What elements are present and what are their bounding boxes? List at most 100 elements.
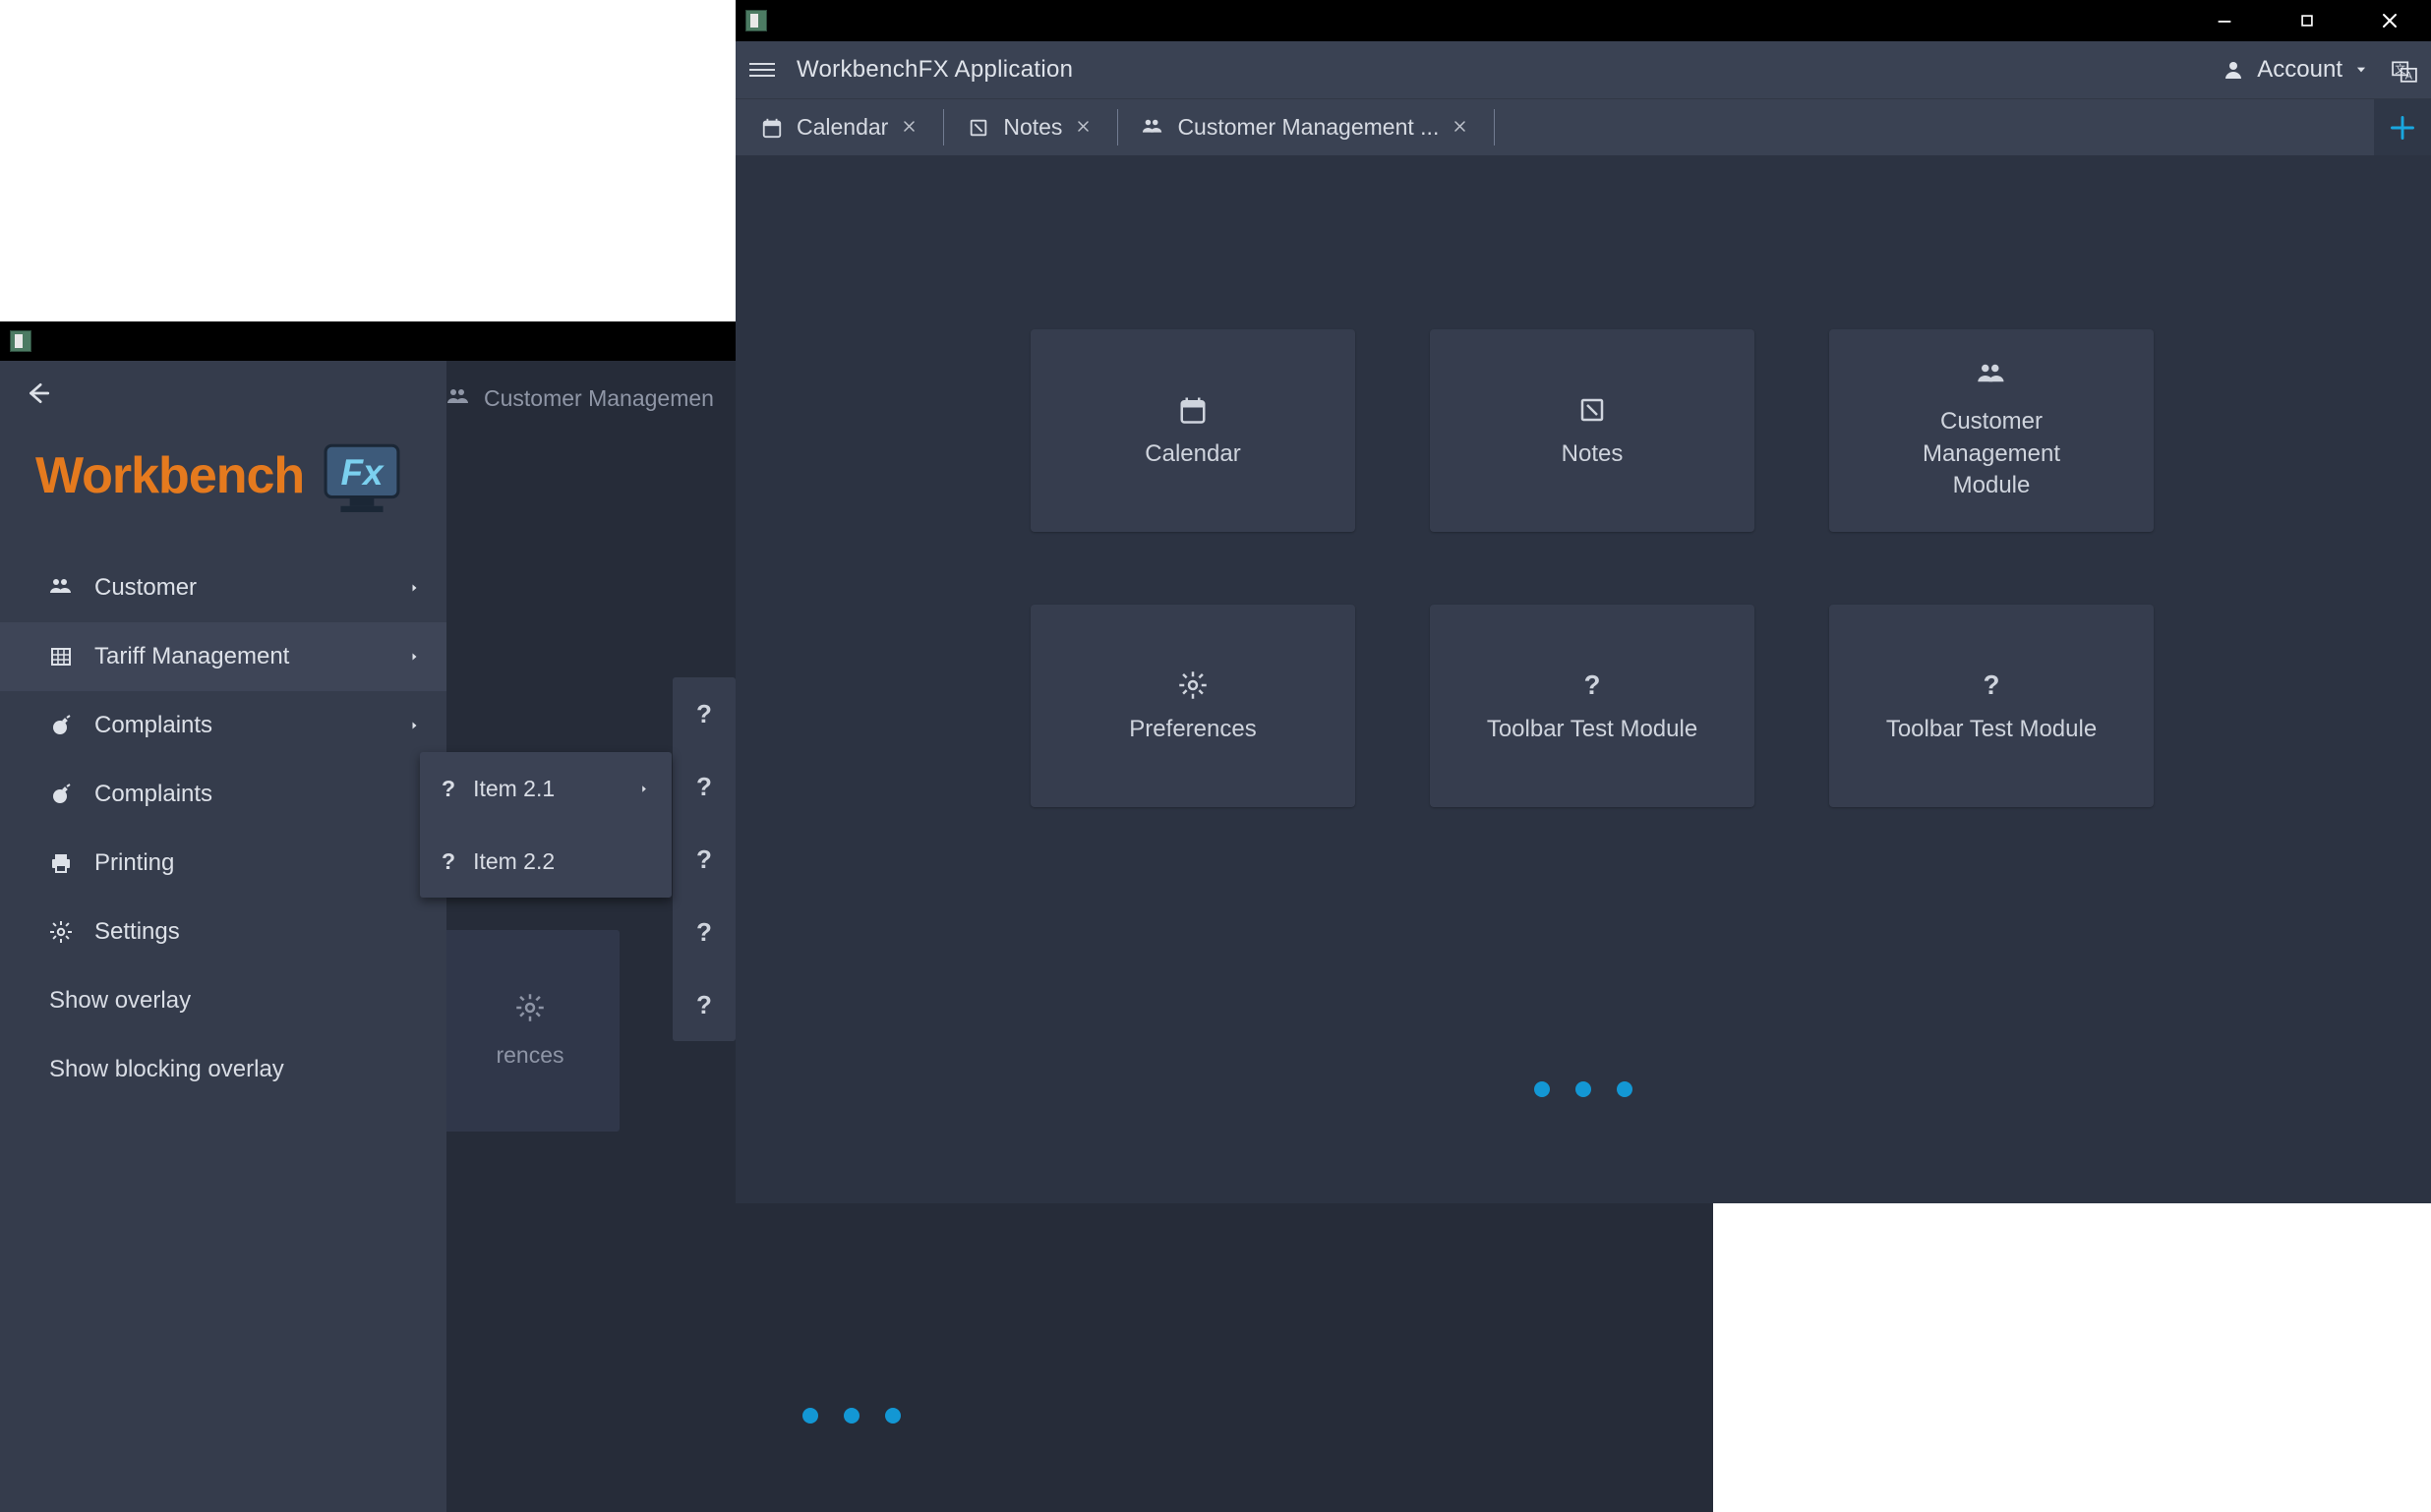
tab-close-button[interactable] — [902, 119, 919, 137]
tab-2[interactable]: Customer Management ... — [1122, 99, 1490, 155]
app-bar: WorkbenchFX Application Account — [736, 41, 2431, 98]
drawer-item-3[interactable]: Complaints — [0, 760, 446, 829]
drawer-item-label: Customer — [94, 574, 197, 602]
tab-separator — [943, 109, 944, 145]
people-icon — [1142, 117, 1163, 139]
person-icon — [2222, 58, 2245, 82]
close-icon — [1453, 119, 1470, 137]
tile-label: CustomerManagementModule — [1923, 406, 2060, 501]
translate-icon — [2390, 58, 2419, 84]
titlebar[interactable] — [736, 0, 2431, 41]
tab-label: Notes — [1003, 114, 1062, 141]
pager-dot[interactable] — [844, 1408, 860, 1424]
people-icon — [49, 576, 73, 600]
gear-icon — [49, 920, 73, 944]
module-tile-4[interactable]: Toolbar Test Module — [1430, 605, 1754, 807]
drawer-item-1[interactable]: Tariff Management — [0, 622, 446, 691]
question-column: ????? — [673, 677, 736, 1041]
menu-button[interactable] — [749, 59, 775, 81]
chevron-down-icon — [2354, 63, 2368, 77]
question-tile[interactable]: ? — [673, 677, 736, 750]
submenu-item-1[interactable]: ? Item 2.2 — [420, 825, 672, 898]
question-icon — [1577, 670, 1607, 700]
module-tile-1[interactable]: Notes — [1430, 329, 1754, 532]
tab-bar: Calendar Notes Customer Management ... — [736, 98, 2431, 155]
add-tab-button[interactable] — [2374, 99, 2431, 155]
drawer-item-2[interactable]: Complaints — [0, 691, 446, 760]
pager-dot[interactable] — [885, 1408, 901, 1424]
question-icon — [1977, 670, 2006, 700]
drawer-item-label: Settings — [94, 918, 180, 946]
language-button[interactable] — [2390, 58, 2417, 82]
chevron-right-icon — [409, 582, 421, 594]
tab-1[interactable]: Notes — [948, 99, 1113, 155]
tile-label: Toolbar Test Module — [1487, 716, 1697, 743]
app-icon — [745, 10, 767, 31]
drawer-extra-0[interactable]: Show overlay — [0, 966, 446, 1035]
logo-text: Workbench — [35, 446, 304, 505]
note-icon — [968, 117, 989, 139]
note-icon — [1577, 395, 1607, 425]
bomb-icon — [49, 714, 73, 737]
close-icon — [1076, 119, 1094, 137]
minimize-button[interactable] — [2183, 0, 2266, 41]
pager-dot[interactable] — [1575, 1081, 1591, 1097]
calendar-icon — [761, 117, 783, 139]
drawer-item-label: Tariff Management — [94, 643, 289, 670]
account-menu[interactable]: Account — [2222, 56, 2368, 84]
drawer-item-label: Complaints — [94, 781, 212, 808]
close-icon — [902, 119, 919, 137]
tab-label: Calendar — [797, 114, 888, 141]
pager-dot[interactable] — [802, 1408, 818, 1424]
drawer-item-5[interactable]: Settings — [0, 898, 446, 966]
pager-dot[interactable] — [1617, 1081, 1632, 1097]
pager-dot[interactable] — [1534, 1081, 1550, 1097]
pager — [802, 1408, 901, 1424]
close-button[interactable] — [2348, 0, 2431, 41]
tab-separator — [1494, 109, 1495, 145]
maximize-button[interactable] — [2266, 0, 2348, 41]
module-tile-3[interactable]: Preferences — [1031, 605, 1355, 807]
app-title: WorkbenchFX Application — [797, 56, 1073, 84]
navigation-drawer: Workbench Customer Tariff Management Com… — [0, 361, 446, 1512]
chevron-right-icon — [409, 582, 421, 594]
tab-close-button[interactable] — [1076, 119, 1094, 137]
question-tile[interactable]: ? — [673, 968, 736, 1041]
printer-icon — [49, 851, 73, 875]
question-tile[interactable]: ? — [673, 823, 736, 896]
logo: Workbench — [0, 406, 446, 553]
tab-label: Customer Management ... — [1177, 114, 1439, 141]
question-tile[interactable]: ? — [673, 750, 736, 823]
module-tile-5[interactable]: Toolbar Test Module — [1829, 605, 2154, 807]
submenu-item-label: Item 2.2 — [473, 848, 555, 875]
people-icon — [446, 386, 470, 410]
logo-fx-icon — [318, 439, 406, 512]
module-tile-2[interactable]: CustomerManagementModule — [1829, 329, 2154, 532]
drawer-extra-label: Show overlay — [49, 987, 191, 1015]
module-tile-0[interactable]: Calendar — [1031, 329, 1355, 532]
chevron-right-icon — [639, 784, 650, 794]
drawer-item-4[interactable]: Printing — [0, 829, 446, 898]
chevron-right-icon — [409, 720, 421, 731]
submenu-item-label: Item 2.1 — [473, 776, 555, 802]
back-button[interactable] — [0, 361, 446, 406]
tab-separator — [1117, 109, 1118, 145]
tab-close-button[interactable] — [1453, 119, 1470, 137]
home-body: Calendar Notes CustomerManagementModule … — [736, 155, 2431, 1203]
background-tab-label: Customer Managemen — [484, 385, 714, 412]
submenu-item-0[interactable]: ? Item 2.1 — [420, 752, 672, 825]
bomb-icon — [49, 783, 73, 806]
background-preferences-label: rences — [496, 1042, 563, 1069]
account-label: Account — [2257, 56, 2342, 84]
drawer-extra-1[interactable]: Show blocking overlay — [0, 1035, 446, 1104]
question-icon: ? — [442, 776, 455, 802]
calendar-icon — [1178, 395, 1208, 425]
tile-label: Toolbar Test Module — [1886, 716, 2097, 743]
plus-icon — [2389, 114, 2416, 142]
tab-0[interactable]: Calendar — [741, 99, 939, 155]
people-icon — [1977, 361, 2006, 390]
pager — [1534, 1081, 1632, 1097]
tile-label: Notes — [1562, 440, 1624, 468]
question-tile[interactable]: ? — [673, 896, 736, 968]
drawer-item-0[interactable]: Customer — [0, 553, 446, 622]
